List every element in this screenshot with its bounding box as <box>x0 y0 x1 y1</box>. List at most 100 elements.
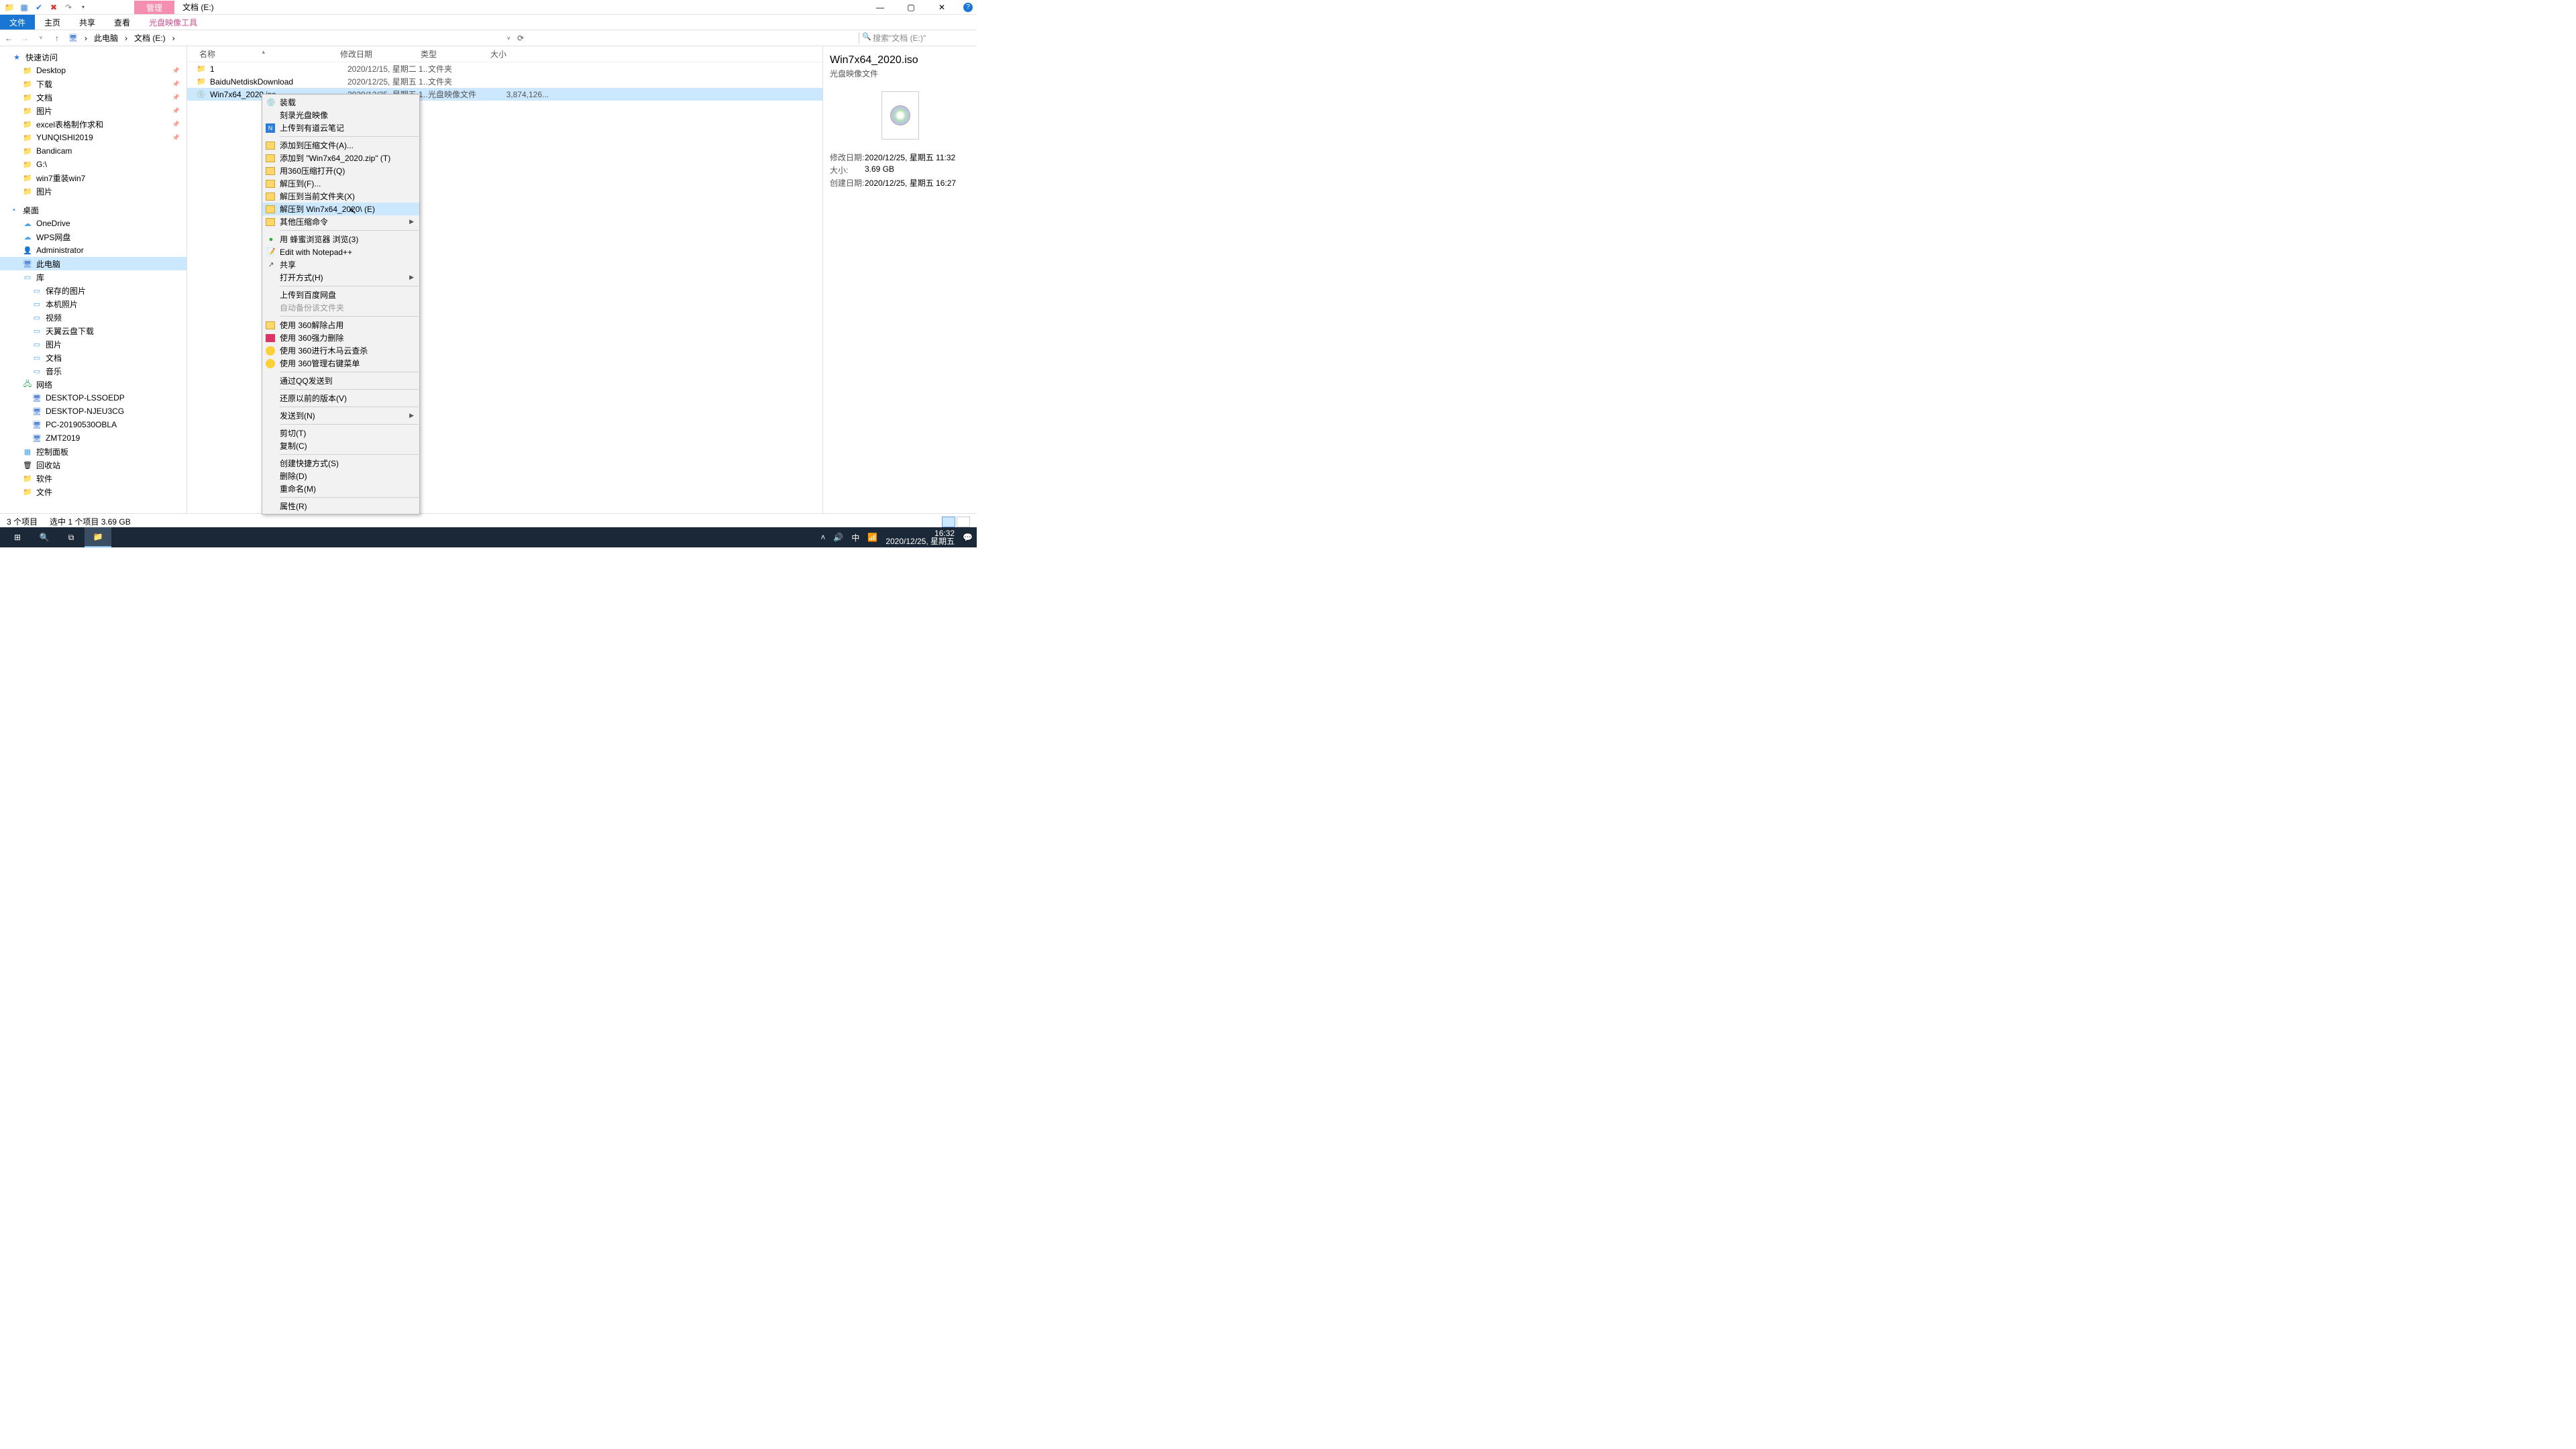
context-menu-item[interactable]: 解压到当前文件夹(X) <box>262 190 419 203</box>
context-menu-item[interactable]: 📝Edit with Notepad++ <box>262 246 419 258</box>
view-icons-button[interactable] <box>957 517 970 527</box>
search-button[interactable]: 🔍 <box>31 527 58 547</box>
tree-lib-item[interactable]: ▭文档 <box>0 351 186 364</box>
context-menu-item[interactable]: ↗共享 <box>262 258 419 271</box>
volume-icon[interactable]: 🔊 <box>833 533 843 542</box>
tree-quick-item[interactable]: 📁Bandicam <box>0 144 186 158</box>
tree-quick-item[interactable]: 📁图片 <box>0 104 186 117</box>
help-button[interactable]: ? <box>963 3 973 12</box>
tree-quick-item[interactable]: 📁win7重装win7 <box>0 171 186 184</box>
tree-control-panel[interactable]: ▦控制面板 <box>0 445 186 458</box>
tree-lib-item[interactable]: ▭视频 <box>0 311 186 324</box>
nav-up-button[interactable]: ↑ <box>52 34 62 43</box>
context-menu-item[interactable]: 使用 360解除占用 <box>262 319 419 331</box>
tree-quick-item[interactable]: 📁文档 <box>0 91 186 104</box>
tree-network-pc[interactable]: 🖥ZMT2019 <box>0 431 186 445</box>
breadcrumb-sep[interactable]: › <box>172 34 175 43</box>
qat-undo-icon[interactable]: ↷ <box>63 2 74 13</box>
qat-check-icon[interactable]: ✔ <box>34 2 44 13</box>
context-menu-item[interactable]: 其他压缩命令▶ <box>262 215 419 228</box>
context-menu-item[interactable]: 刻录光盘映像 <box>262 109 419 121</box>
ribbon-tab-share[interactable]: 共享 <box>70 15 105 30</box>
context-menu-item[interactable]: 💿装载 <box>262 96 419 109</box>
qat-open-icon[interactable]: ▦ <box>19 2 30 13</box>
tree-this-pc[interactable]: 🖥此电脑 <box>0 257 186 270</box>
tree-libraries[interactable]: ▭库 <box>0 270 186 284</box>
tree-recycle[interactable]: 🗑回收站 <box>0 458 186 472</box>
action-center-icon[interactable]: 💬 <box>963 533 973 542</box>
context-menu-item[interactable]: 使用 360进行木马云查杀 <box>262 344 419 357</box>
taskbar-clock[interactable]: 16:32 2020/12/25, 星期五 <box>885 529 955 545</box>
context-menu-item[interactable]: 上传到百度网盘 <box>262 288 419 301</box>
breadcrumb-sep[interactable]: › <box>125 34 127 43</box>
ribbon-tab-home[interactable]: 主页 <box>35 15 70 30</box>
qat-dropdown-icon[interactable]: ▾ <box>78 2 89 13</box>
tree-network-pc[interactable]: 🖥DESKTOP-NJEU3CG <box>0 405 186 418</box>
context-menu-item[interactable]: 添加到压缩文件(A)... <box>262 139 419 152</box>
col-date[interactable]: 修改日期 <box>340 48 421 60</box>
context-menu-item[interactable]: 发送到(N)▶ <box>262 409 419 422</box>
start-button[interactable]: ⊞ <box>4 527 31 547</box>
nav-back-button[interactable]: ← <box>4 34 13 43</box>
tree-lib-item[interactable]: ▭图片 <box>0 337 186 351</box>
context-menu-item[interactable]: 打开方式(H)▶ <box>262 271 419 284</box>
breadcrumb-root[interactable]: › <box>85 34 87 43</box>
context-menu-item[interactable]: 添加到 "Win7x64_2020.zip" (T) <box>262 152 419 164</box>
context-menu-item[interactable]: N上传到有道云笔记 <box>262 121 419 134</box>
context-menu-item[interactable]: 解压到(F)... <box>262 177 419 190</box>
context-menu-item[interactable]: 复制(C) <box>262 439 419 452</box>
tree-lib-item[interactable]: ▭天翼云盘下载 <box>0 324 186 337</box>
context-menu-item[interactable]: 创建快捷方式(S) <box>262 457 419 470</box>
context-menu-item[interactable]: ●用 蜂蜜浏览器 浏览(3) <box>262 233 419 246</box>
context-menu-item[interactable]: 还原以前的版本(V) <box>262 392 419 405</box>
context-menu-item[interactable]: 使用 360强力删除 <box>262 331 419 344</box>
breadcrumb-folder[interactable]: 文档 (E:) <box>134 32 166 44</box>
tray-chevron-icon[interactable]: ˄ <box>820 533 825 542</box>
tree-lib-item[interactable]: ▭音乐 <box>0 364 186 378</box>
refresh-button[interactable]: ⟳ <box>517 34 524 43</box>
tree-lib-item[interactable]: ▭保存的图片 <box>0 284 186 297</box>
tree-quick-item[interactable]: 📁下载 <box>0 77 186 91</box>
minimize-button[interactable]: — <box>871 3 890 12</box>
explorer-taskbar-button[interactable]: 📁 <box>85 527 111 547</box>
tree-quick-item[interactable]: 📁图片 <box>0 184 186 198</box>
tree-desktop[interactable]: ▪桌面 <box>0 203 186 217</box>
context-menu-item[interactable]: 用360压缩打开(Q) <box>262 164 419 177</box>
tree-quick-item[interactable]: 📁G:\ <box>0 158 186 171</box>
tree-wps[interactable]: ☁WPS网盘 <box>0 230 186 244</box>
tree-quick-item[interactable]: 📁YUNQISHI2019 <box>0 131 186 144</box>
context-menu-item[interactable]: 剪切(T) <box>262 427 419 439</box>
context-menu-item[interactable]: 通过QQ发送到 <box>262 374 419 387</box>
context-menu-item[interactable]: 重命名(M) <box>262 482 419 495</box>
task-view-button[interactable]: ⧉ <box>58 527 85 547</box>
view-details-button[interactable] <box>942 517 955 527</box>
tree-soft[interactable]: 📁软件 <box>0 472 186 485</box>
tree-user[interactable]: 👤Administrator <box>0 244 186 257</box>
qat-close-icon[interactable]: ✖ <box>48 2 59 13</box>
tree-quick-item[interactable]: 📁excel表格制作求和 <box>0 117 186 131</box>
ribbon-tab-disc-tools[interactable]: 光盘映像工具 <box>140 15 207 30</box>
close-button[interactable]: ✕ <box>932 3 951 12</box>
col-name[interactable]: 名称 <box>187 48 340 60</box>
tree-network[interactable]: 🖧网络 <box>0 378 186 391</box>
network-tray-icon[interactable]: 📶 <box>867 533 877 542</box>
context-menu-item[interactable]: 删除(D) <box>262 470 419 482</box>
ribbon-tab-view[interactable]: 查看 <box>105 15 140 30</box>
nav-recent-dropdown[interactable]: ˅ <box>36 35 46 41</box>
ribbon-tab-file[interactable]: 文件 <box>0 15 35 30</box>
col-type[interactable]: 类型 <box>421 48 490 60</box>
tree-quick-access[interactable]: ★快速访问 <box>0 50 186 64</box>
nav-forward-button[interactable]: → <box>20 34 30 43</box>
context-menu-item[interactable]: 使用 360管理右键菜单 <box>262 357 419 370</box>
col-size[interactable]: 大小 <box>490 48 544 60</box>
tree-quick-item[interactable]: 📁Desktop <box>0 64 186 77</box>
tree-files[interactable]: 📁文件 <box>0 485 186 498</box>
tree-lib-item[interactable]: ▭本机照片 <box>0 297 186 311</box>
tree-network-pc[interactable]: 🖥PC-20190530OBLA <box>0 418 186 431</box>
tree-network-pc[interactable]: 🖥DESKTOP-LSSOEDP <box>0 391 186 405</box>
file-row[interactable]: 📁BaiduNetdiskDownload2020/12/25, 星期五 1..… <box>187 75 822 88</box>
address-dropdown-button[interactable]: ˅ <box>507 35 511 42</box>
file-row[interactable]: 📁12020/12/15, 星期二 1...文件夹 <box>187 62 822 75</box>
maximize-button[interactable]: ▢ <box>902 3 920 12</box>
ime-indicator[interactable]: 中 <box>851 532 859 543</box>
